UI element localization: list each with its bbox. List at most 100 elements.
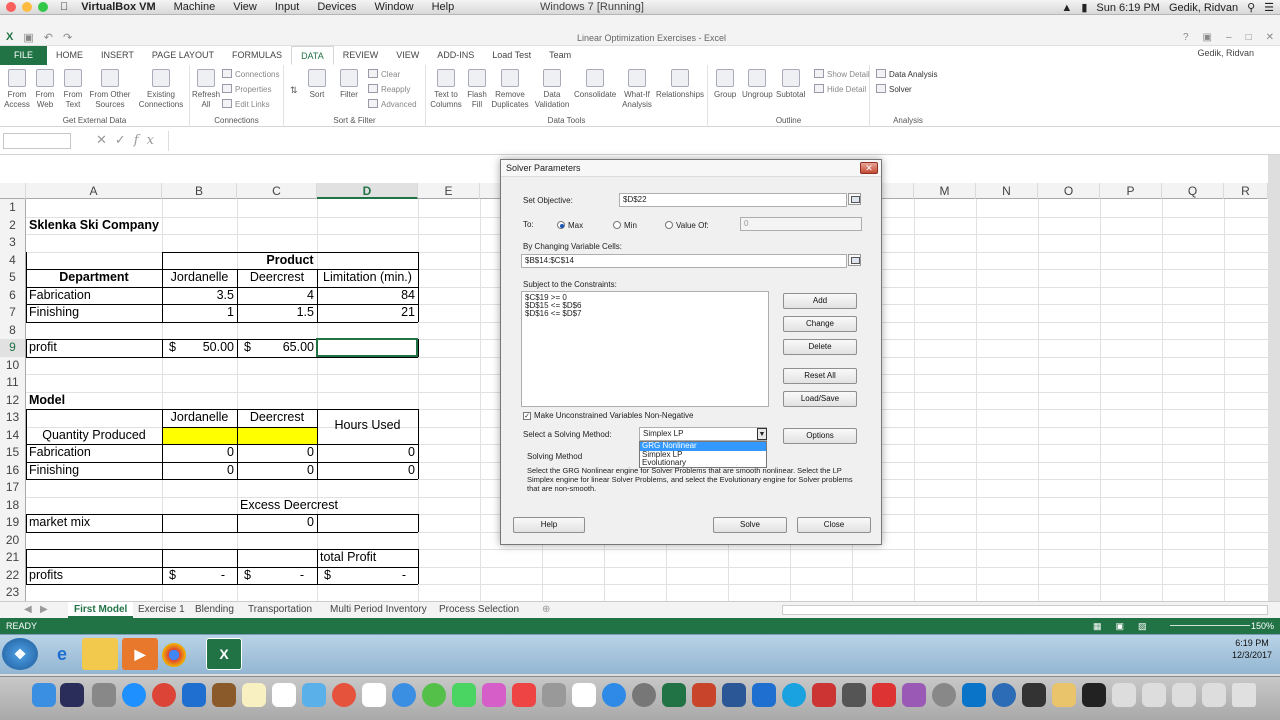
- folder-stack-icon-2[interactable]: [1202, 683, 1226, 707]
- cell-b9[interactable]: 50.00: [162, 339, 237, 356]
- row-header[interactable]: 6: [0, 286, 26, 304]
- column-header-q[interactable]: Q: [1162, 183, 1224, 199]
- mail-icon[interactable]: [812, 683, 836, 707]
- start-button[interactable]: ❖: [2, 638, 38, 670]
- from-text-button[interactable]: From Text: [62, 69, 84, 110]
- tab-insert[interactable]: INSERT: [92, 46, 143, 65]
- data-validation-button[interactable]: Data Validation: [532, 69, 572, 110]
- relationships-button[interactable]: Relationships: [656, 69, 704, 100]
- documents-stack-icon[interactable]: [1112, 683, 1136, 707]
- save-icon[interactable]: ▣: [23, 31, 33, 44]
- menu-view[interactable]: View: [233, 1, 257, 13]
- cell-b16[interactable]: 0: [162, 462, 237, 479]
- from-web-button[interactable]: From Web: [34, 69, 56, 110]
- menu-devices[interactable]: Devices: [317, 1, 356, 13]
- cell-b13[interactable]: Jordanelle: [162, 409, 237, 426]
- cell-c19[interactable]: 0: [237, 514, 317, 531]
- excel-taskbar-icon[interactable]: X: [206, 638, 242, 670]
- row-header[interactable]: 22: [0, 566, 26, 584]
- method-dropdown-icon[interactable]: ▼: [757, 428, 767, 440]
- powerpoint-dock-icon[interactable]: [692, 683, 716, 707]
- cell-c13[interactable]: Deercrest: [237, 409, 317, 426]
- cell-b6[interactable]: 3.5: [162, 287, 237, 304]
- ungroup-button[interactable]: Ungroup: [742, 69, 773, 100]
- app-dock-icon-5[interactable]: [1082, 683, 1106, 707]
- change-button[interactable]: Change: [783, 316, 857, 332]
- tex-icon[interactable]: [932, 683, 956, 707]
- chrome-icon[interactable]: [162, 643, 186, 667]
- stickies-icon[interactable]: [242, 683, 266, 707]
- connections-button[interactable]: Connections: [222, 69, 279, 79]
- sheet-next-icon[interactable]: ▶: [34, 602, 54, 618]
- cell-c15[interactable]: 0: [237, 444, 317, 461]
- clear-button[interactable]: Clear: [368, 69, 400, 79]
- tab-add-ins[interactable]: ADD-INS: [428, 46, 483, 65]
- column-header-a[interactable]: A: [26, 183, 162, 199]
- filter-button[interactable]: Filter: [340, 69, 358, 100]
- cell-d22[interactable]: -: [317, 567, 409, 584]
- column-header-f[interactable]: [480, 183, 502, 199]
- menu-list-icon[interactable]: ☰: [1264, 1, 1274, 14]
- row-header[interactable]: 8: [0, 321, 26, 339]
- app-store-icon[interactable]: [602, 683, 626, 707]
- column-header-m[interactable]: M: [914, 183, 976, 199]
- books-icon[interactable]: [512, 683, 536, 707]
- horizontal-scrollbar[interactable]: [782, 605, 1268, 615]
- column-header-c[interactable]: C: [237, 183, 317, 199]
- column-header-e[interactable]: E: [418, 183, 480, 199]
- cell-a16[interactable]: Finishing: [26, 462, 162, 479]
- options-button[interactable]: Options: [783, 428, 857, 444]
- cell-d7[interactable]: 21: [317, 304, 418, 321]
- tab-home[interactable]: HOME: [47, 46, 92, 65]
- wifi-icon[interactable]: ▲: [1061, 2, 1072, 14]
- close-icon[interactable]: ✕: [1266, 32, 1274, 43]
- what-if-analysis-button[interactable]: What-If Analysis: [622, 69, 652, 110]
- virtualbox-icon[interactable]: [752, 683, 776, 707]
- battery-icon[interactable]: ▮: [1081, 1, 1087, 14]
- zoom-slider[interactable]: [1170, 625, 1250, 626]
- calendar-icon[interactable]: [362, 683, 386, 707]
- sheet-tab-multi-period-inventory[interactable]: Multi Period Inventory: [324, 602, 433, 618]
- cell-a5[interactable]: Department: [26, 269, 162, 286]
- row-header[interactable]: 3: [0, 234, 26, 252]
- tab-page-layout[interactable]: PAGE LAYOUT: [143, 46, 223, 65]
- preview-icon[interactable]: [302, 683, 326, 707]
- sheet-tab-exercise-1[interactable]: Exercise 1: [132, 602, 191, 618]
- tray-clock[interactable]: 6:19 PM 12/3/2017: [1232, 637, 1272, 661]
- value-of-input[interactable]: 0: [740, 217, 862, 231]
- row-header[interactable]: 13: [0, 409, 26, 427]
- objective-ref-icon[interactable]: [848, 193, 861, 205]
- text-to-columns-button[interactable]: Text to Columns: [428, 69, 464, 110]
- account-user[interactable]: Gedik, Ridvan: [1197, 48, 1254, 58]
- row-header[interactable]: 1: [0, 199, 26, 217]
- name-box[interactable]: [3, 133, 71, 149]
- acrobat-icon[interactable]: [872, 683, 896, 707]
- row-header[interactable]: 7: [0, 304, 26, 322]
- changing-cells-input[interactable]: $B$14:$C$14: [521, 254, 847, 268]
- constraint-item[interactable]: $D$16 <= $D$7: [525, 310, 768, 318]
- nonneg-checkbox[interactable]: ✓ Make Unconstrained Variables Non-Negati…: [523, 411, 694, 420]
- cell-b22[interactable]: -: [162, 567, 228, 584]
- formula-input[interactable]: [168, 131, 1262, 151]
- row-header[interactable]: 5: [0, 269, 26, 287]
- cell-a12[interactable]: Model: [26, 392, 162, 409]
- row-header[interactable]: 21: [0, 549, 26, 567]
- cell-d5[interactable]: Limitation (min.): [317, 269, 418, 286]
- undo-icon[interactable]: ↶: [44, 31, 53, 44]
- tab-review[interactable]: REVIEW: [334, 46, 388, 65]
- group-button[interactable]: Group: [714, 69, 736, 100]
- cell-d13[interactable]: Hours Used: [317, 417, 418, 434]
- safari-icon[interactable]: [122, 683, 146, 707]
- notes-icon[interactable]: [212, 683, 236, 707]
- app-dock-icon-2[interactable]: [902, 683, 926, 707]
- cell-c16[interactable]: 0: [237, 462, 317, 479]
- existing-connections-button[interactable]: Existing Connections: [136, 69, 186, 110]
- tab-formulas[interactable]: FORMULAS: [223, 46, 291, 65]
- tab-data[interactable]: DATA: [291, 46, 334, 65]
- itunes-icon[interactable]: [482, 683, 506, 707]
- edit-links-button[interactable]: Edit Links: [222, 99, 270, 109]
- sheet-tab-blending[interactable]: Blending: [189, 602, 240, 618]
- refresh-all-button[interactable]: Refresh All: [192, 69, 220, 110]
- row-header[interactable]: 15: [0, 444, 26, 462]
- explorer-icon[interactable]: [82, 638, 118, 670]
